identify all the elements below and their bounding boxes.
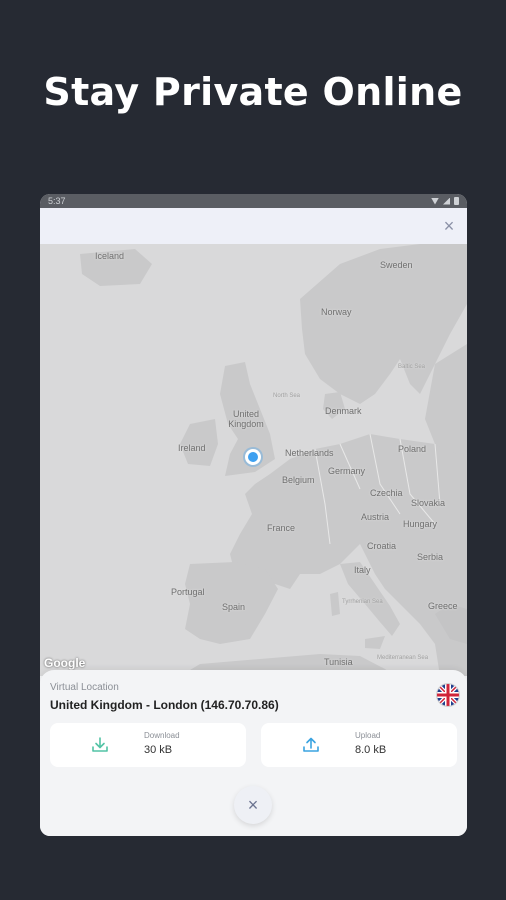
upload-value: 8.0 kB xyxy=(355,744,387,756)
map-label-czechia: Czechia xyxy=(370,488,403,498)
virtual-location-value: United Kingdom - London (146.70.70.86) xyxy=(50,698,279,712)
map-label-united-kingdom: United Kingdom xyxy=(228,409,264,429)
map-label-mediterranean-sea: Mediterranean Sea xyxy=(377,655,429,661)
signal-icon xyxy=(443,197,450,205)
headline: Stay Private Online xyxy=(43,70,463,114)
close-icon[interactable]: × xyxy=(439,216,459,236)
map-label-ireland: Ireland xyxy=(178,443,206,453)
google-logo: Google xyxy=(44,656,86,670)
connection-sheet: Virtual Location United Kingdom - London… xyxy=(40,670,467,836)
map-label-austria: Austria xyxy=(361,512,390,522)
status-bar: 5:37 xyxy=(40,194,467,208)
map-label-baltic-sea: Baltic Sea xyxy=(398,364,426,370)
map-label-tunisia: Tunisia xyxy=(324,657,353,667)
map-label-croatia: Croatia xyxy=(367,541,397,551)
location-pin[interactable] xyxy=(245,449,261,465)
map-label-iceland: Iceland xyxy=(95,251,125,261)
download-value: 30 kB xyxy=(144,744,173,756)
map-label-poland: Poland xyxy=(398,444,427,454)
map-label-belgium: Belgium xyxy=(282,475,315,485)
virtual-location-caption: Virtual Location xyxy=(50,682,119,693)
status-time: 5:37 xyxy=(48,196,66,206)
disconnect-close-button[interactable]: × xyxy=(234,786,272,824)
map-label-netherlands: Netherlands xyxy=(285,448,334,458)
status-icons xyxy=(431,197,459,205)
map-label-sweden: Sweden xyxy=(380,260,413,270)
map-label-north-sea: North Sea xyxy=(273,393,301,399)
top-bar: × xyxy=(40,208,467,244)
map-label-greece: Greece xyxy=(428,601,458,611)
map-label-serbia: Serbia xyxy=(417,552,444,562)
phone-screen: 5:37 × Iceland Sweden Norway North Sea B… xyxy=(40,194,467,836)
download-card[interactable]: Download 30 kB xyxy=(50,723,246,767)
download-label: Download xyxy=(144,731,180,740)
battery-icon xyxy=(454,197,459,205)
upload-label: Upload xyxy=(355,731,381,740)
upload-card[interactable]: Upload 8.0 kB xyxy=(261,723,457,767)
map-label-norway: Norway xyxy=(321,307,352,317)
map-label-hungary: Hungary xyxy=(403,519,438,529)
map-label-portugal: Portugal xyxy=(171,587,205,597)
upload-icon xyxy=(303,737,319,752)
map-label-italy: Italy xyxy=(354,565,371,575)
wifi-icon xyxy=(431,197,439,205)
map-label-slovakia: Slovakia xyxy=(411,498,446,508)
map-label-denmark: Denmark xyxy=(325,406,362,416)
map-view[interactable]: Iceland Sweden Norway North Sea Baltic S… xyxy=(40,244,467,676)
united-kingdom-flag-icon xyxy=(437,684,459,706)
map-label-spain: Spain xyxy=(222,602,246,612)
map-label-france: France xyxy=(267,523,296,533)
map-label-germany: Germany xyxy=(328,466,366,476)
map-label-tyrrhenian-sea: Tyrrhenian Sea xyxy=(342,599,383,605)
download-icon xyxy=(92,737,108,752)
